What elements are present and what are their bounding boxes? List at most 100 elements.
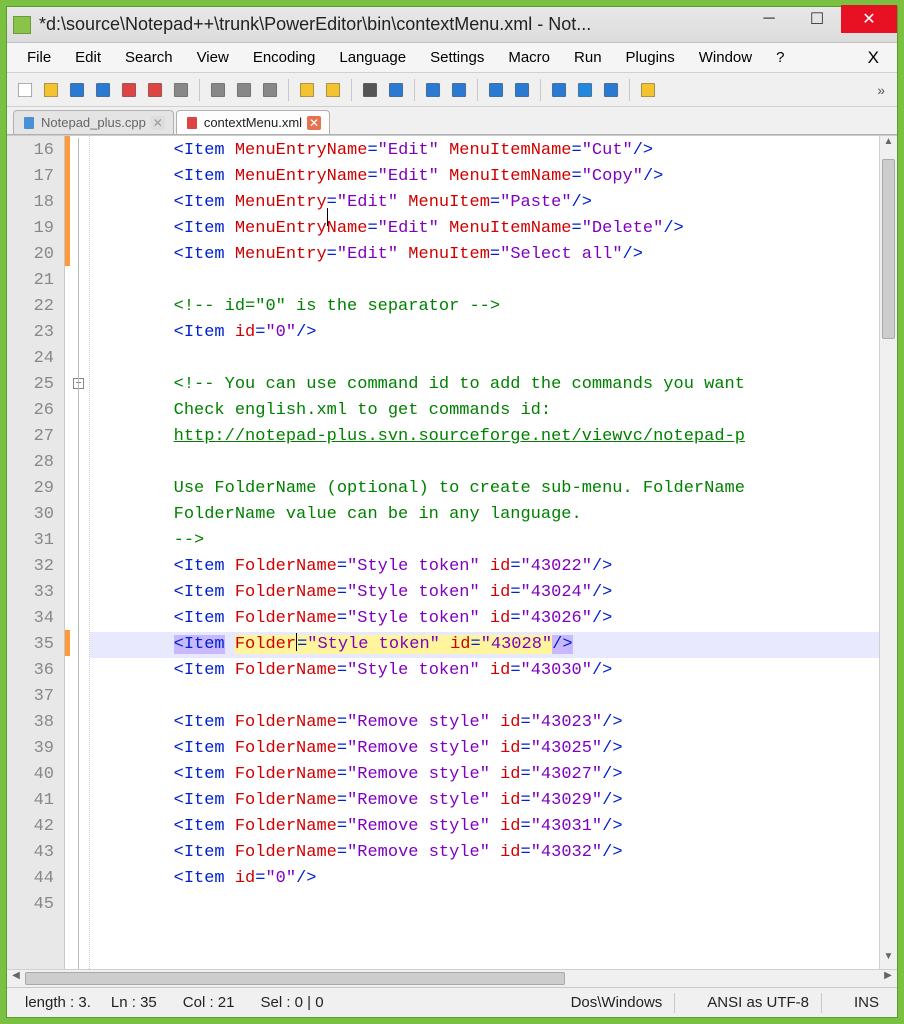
- doc-map-button[interactable]: [636, 78, 660, 102]
- code-line[interactable]: <Item MenuEntry="Edit" MenuItem="Paste"/…: [90, 190, 879, 216]
- titlebar[interactable]: *d:\source\Notepad++\trunk\PowerEditor\b…: [7, 7, 897, 43]
- tab-close-icon[interactable]: ✕: [151, 116, 165, 130]
- menu-run[interactable]: Run: [562, 45, 614, 70]
- line-number[interactable]: 32: [7, 554, 64, 580]
- line-number[interactable]: 25: [7, 372, 64, 398]
- code-line[interactable]: <Item id="0"/>: [90, 320, 879, 346]
- zoom-out-button[interactable]: [447, 78, 471, 102]
- line-number[interactable]: 16: [7, 138, 64, 164]
- line-number[interactable]: 19: [7, 216, 64, 242]
- line-number[interactable]: 30: [7, 502, 64, 528]
- menu-window[interactable]: Window: [687, 45, 764, 70]
- close-button[interactable]: ✕: [841, 5, 897, 33]
- line-number[interactable]: 33: [7, 580, 64, 606]
- horizontal-scrollbar[interactable]: ◀ ▶: [7, 969, 897, 987]
- tab-close-icon[interactable]: ✕: [307, 116, 321, 130]
- line-number[interactable]: 44: [7, 866, 64, 892]
- vertical-scrollbar[interactable]: ▲ ▼: [879, 136, 897, 969]
- open-button[interactable]: [39, 78, 63, 102]
- line-number[interactable]: 37: [7, 684, 64, 710]
- find-button[interactable]: [358, 78, 382, 102]
- wrap-button[interactable]: [547, 78, 571, 102]
- code-line[interactable]: [90, 346, 879, 372]
- replace-button[interactable]: [384, 78, 408, 102]
- code-line[interactable]: <Item FolderName="Style token" id="43022…: [90, 554, 879, 580]
- paste-button[interactable]: [258, 78, 282, 102]
- menu-plugins[interactable]: Plugins: [614, 45, 687, 70]
- scroll-track[interactable]: [880, 154, 897, 951]
- code-line[interactable]: Check english.xml to get commands id:: [90, 398, 879, 424]
- code-line[interactable]: <Item FolderName="Style token" id="43026…: [90, 606, 879, 632]
- line-number[interactable]: 20: [7, 242, 64, 268]
- toolbar-overflow-button[interactable]: »: [871, 82, 891, 98]
- new-button[interactable]: [13, 78, 37, 102]
- line-number[interactable]: 38: [7, 710, 64, 736]
- code-line[interactable]: <Item Folder="Style token" id="43028"/>: [90, 632, 879, 658]
- maximize-button[interactable]: ☐: [793, 5, 841, 33]
- fold-column[interactable]: −: [70, 136, 90, 969]
- line-number[interactable]: 21: [7, 268, 64, 294]
- save-button[interactable]: [65, 78, 89, 102]
- status-encoding[interactable]: ANSI as UTF-8: [697, 994, 819, 1011]
- menu-language[interactable]: Language: [327, 45, 418, 70]
- code-line[interactable]: [90, 684, 879, 710]
- code-line[interactable]: <!-- You can use command id to add the c…: [90, 372, 879, 398]
- sync-v-button[interactable]: [484, 78, 508, 102]
- code-line[interactable]: <Item id="0"/>: [90, 866, 879, 892]
- line-number[interactable]: 41: [7, 788, 64, 814]
- scroll-left-icon[interactable]: ◀: [7, 970, 25, 987]
- line-number[interactable]: 28: [7, 450, 64, 476]
- line-number[interactable]: 34: [7, 606, 64, 632]
- code-line[interactable]: <Item FolderName="Remove style" id="4303…: [90, 840, 879, 866]
- code-line[interactable]: <Item FolderName="Remove style" id="4302…: [90, 736, 879, 762]
- line-number[interactable]: 42: [7, 814, 64, 840]
- save-all-button[interactable]: [91, 78, 115, 102]
- line-number[interactable]: 24: [7, 346, 64, 372]
- hscroll-thumb[interactable]: [25, 972, 565, 985]
- close-document-button[interactable]: X: [858, 44, 889, 72]
- copy-button[interactable]: [232, 78, 256, 102]
- code-line[interactable]: <Item FolderName="Remove style" id="4303…: [90, 814, 879, 840]
- line-number[interactable]: 27: [7, 424, 64, 450]
- redo-button[interactable]: [321, 78, 345, 102]
- code-line[interactable]: <Item MenuEntry="Edit" MenuItem="Select …: [90, 242, 879, 268]
- code-line[interactable]: http://notepad-plus.svn.sourceforge.net/…: [90, 424, 879, 450]
- line-number[interactable]: 22: [7, 294, 64, 320]
- hscroll-track[interactable]: [25, 970, 879, 987]
- line-number-gutter[interactable]: 1617181920212223242526272829303132333435…: [7, 136, 65, 969]
- scroll-down-icon[interactable]: ▼: [880, 951, 897, 969]
- code-line[interactable]: <!-- id="0" is the separator -->: [90, 294, 879, 320]
- code-line[interactable]: FolderName value can be in any language.: [90, 502, 879, 528]
- menu-encoding[interactable]: Encoding: [241, 45, 328, 70]
- close-button[interactable]: [117, 78, 141, 102]
- code-line[interactable]: Use FolderName (optional) to create sub-…: [90, 476, 879, 502]
- line-number[interactable]: 35: [7, 632, 64, 658]
- scroll-up-icon[interactable]: ▲: [880, 136, 897, 154]
- zoom-in-button[interactable]: [421, 78, 445, 102]
- code-line[interactable]: <Item MenuEntryName="Edit" MenuItemName=…: [90, 164, 879, 190]
- code-line[interactable]: <Item MenuEntryName="Edit" MenuItemName=…: [90, 138, 879, 164]
- line-number[interactable]: 17: [7, 164, 64, 190]
- line-number[interactable]: 40: [7, 762, 64, 788]
- code-line[interactable]: <Item FolderName="Remove style" id="4302…: [90, 762, 879, 788]
- status-insert-mode[interactable]: INS: [844, 994, 889, 1011]
- code-area[interactable]: <Item MenuEntryName="Edit" MenuItemName=…: [90, 136, 879, 969]
- scroll-thumb[interactable]: [882, 159, 895, 339]
- code-line[interactable]: <Item FolderName="Style token" id="43030…: [90, 658, 879, 684]
- code-line[interactable]: <Item FolderName="Style token" id="43024…: [90, 580, 879, 606]
- tab-notepad_plus-cpp[interactable]: Notepad_plus.cpp✕: [13, 110, 174, 134]
- line-number[interactable]: 36: [7, 658, 64, 684]
- line-number[interactable]: 26: [7, 398, 64, 424]
- scroll-right-icon[interactable]: ▶: [879, 970, 897, 987]
- undo-button[interactable]: [295, 78, 319, 102]
- line-number[interactable]: 18: [7, 190, 64, 216]
- line-number[interactable]: 43: [7, 840, 64, 866]
- tab-contextmenu-xml[interactable]: contextMenu.xml✕: [176, 110, 330, 134]
- line-number[interactable]: 45: [7, 892, 64, 918]
- line-number[interactable]: 39: [7, 736, 64, 762]
- line-number[interactable]: 29: [7, 476, 64, 502]
- code-line[interactable]: [90, 268, 879, 294]
- menu-view[interactable]: View: [185, 45, 241, 70]
- line-number[interactable]: 23: [7, 320, 64, 346]
- minimize-button[interactable]: ─: [745, 5, 793, 33]
